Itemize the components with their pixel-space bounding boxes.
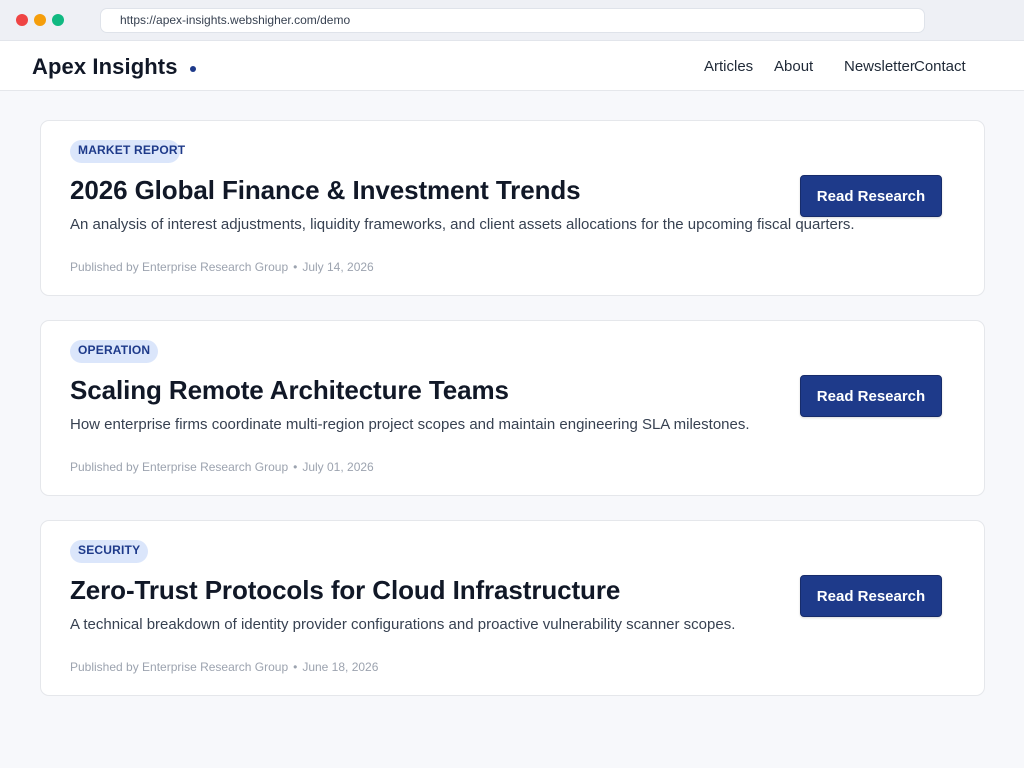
article-publisher: Published by Enterprise Research Group [70, 460, 289, 474]
maximize-window-button[interactable] [52, 14, 64, 26]
read-research-button[interactable]: Read Research [800, 575, 942, 617]
article-card: SECURITY Zero-Trust Protocols for Cloud … [40, 520, 985, 696]
meta-separator: • [293, 460, 298, 474]
article-meta: Published by Enterprise Research Group • J… [70, 460, 374, 474]
article-date: June 18, 2026 [302, 660, 379, 674]
read-research-button[interactable]: Read Research [800, 175, 942, 217]
article-meta: Published by Enterprise Research Group • J… [70, 260, 374, 274]
nav-newsletter[interactable]: Newsletter [844, 58, 915, 75]
site-logo[interactable]: Apex Insights [32, 54, 178, 80]
meta-separator: • [293, 260, 298, 274]
article-card: OPERATION Scaling Remote Architecture Te… [40, 320, 985, 496]
category-tag: OPERATION [70, 340, 159, 363]
category-tag: MARKET REPORT [70, 140, 185, 163]
meta-separator: • [293, 660, 298, 674]
article-publisher: Published by Enterprise Research Group [70, 660, 289, 674]
category-tag: SECURITY [70, 540, 149, 563]
article-description: An analysis of interest adjustments, liq… [70, 216, 855, 233]
article-title: Scaling Remote Architecture Teams [70, 375, 509, 405]
article-description: How enterprise firms coordinate multi-re… [70, 416, 750, 433]
article-card: MARKET REPORT 2026 Global Finance & Inve… [40, 120, 985, 296]
site-header: Apex Insights Articles About Newsletter … [0, 41, 1024, 91]
nav-articles[interactable]: Articles [704, 58, 753, 75]
article-date: July 01, 2026 [302, 460, 374, 474]
article-meta: Published by Enterprise Research Group • J… [70, 660, 378, 674]
article-publisher: Published by Enterprise Research Group [70, 260, 289, 274]
logo-dot-icon [190, 66, 196, 72]
article-title: Zero-Trust Protocols for Cloud Infrastru… [70, 575, 621, 605]
article-date: July 14, 2026 [302, 260, 374, 274]
nav-about[interactable]: About [774, 58, 813, 75]
minimize-window-button[interactable] [34, 14, 46, 26]
browser-toolbar: https://apex-insights.webshigher.com/dem… [0, 0, 1024, 41]
address-bar[interactable]: https://apex-insights.webshigher.com/dem… [100, 8, 925, 33]
close-window-button[interactable] [16, 14, 28, 26]
article-description: A technical breakdown of identity provid… [70, 616, 736, 633]
nav-contact[interactable]: Contact [914, 58, 966, 75]
article-title: 2026 Global Finance & Investment Trends [70, 175, 581, 205]
read-research-button[interactable]: Read Research [800, 375, 942, 417]
